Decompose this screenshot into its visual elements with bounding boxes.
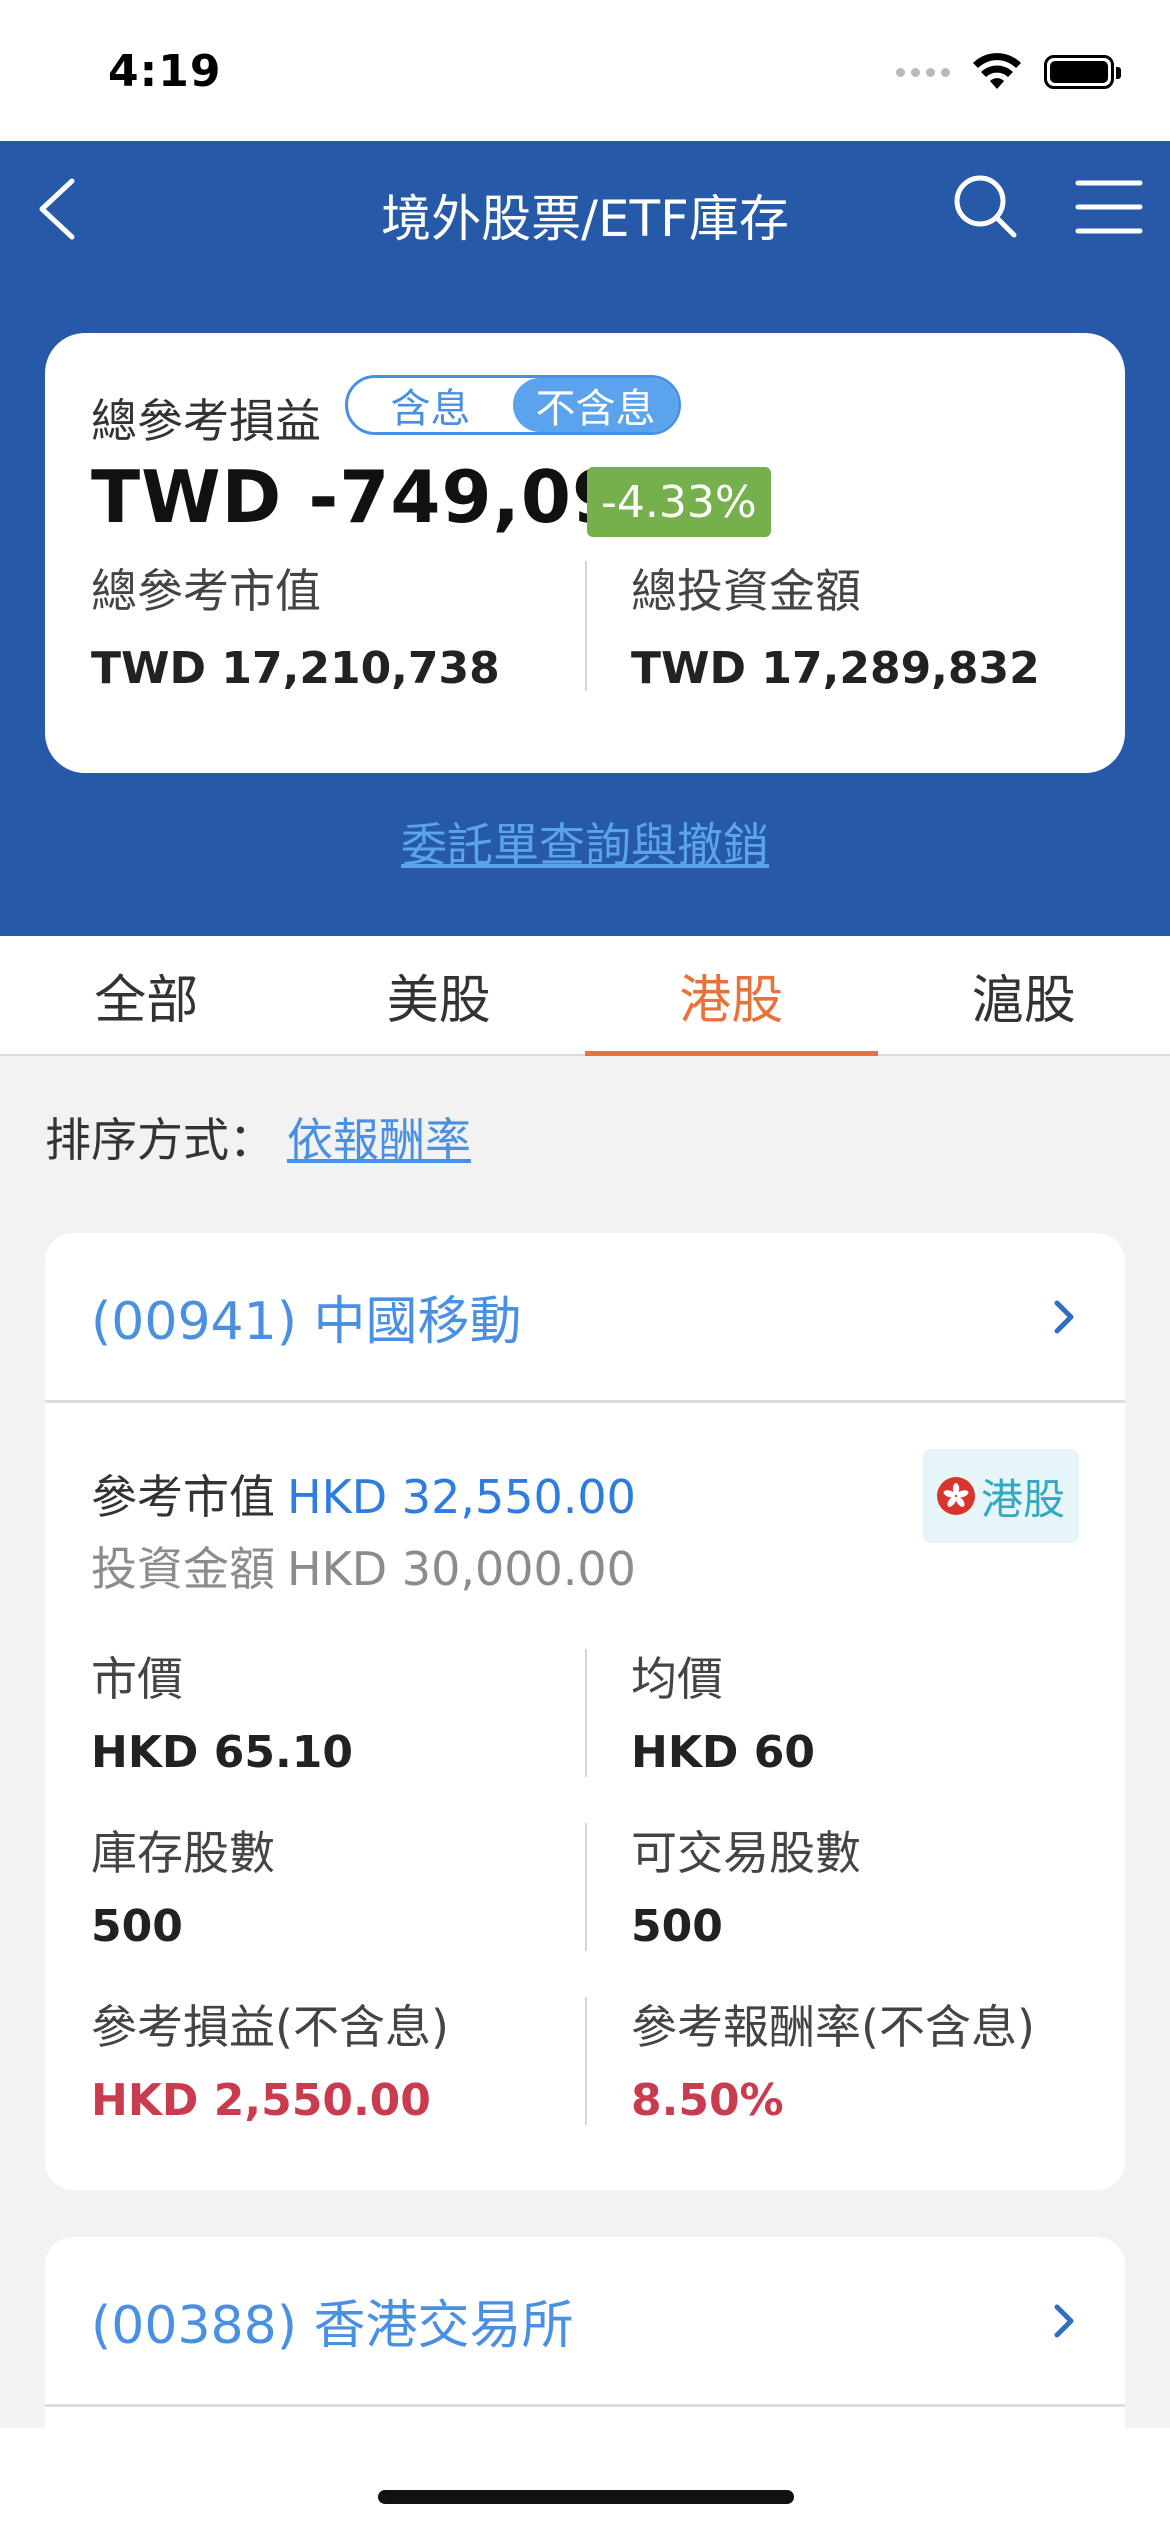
- divider: [585, 1649, 587, 1777]
- holding-card: (00388) 香港交易所: [45, 2237, 1125, 2428]
- status-icons: [896, 52, 1121, 92]
- sort-label: 排序方式：: [45, 1113, 275, 1167]
- wifi-icon: [973, 53, 1021, 89]
- holding-body: 參考市值HKD 32,550.00 投資金額HKD 30,000.00 港股: [45, 1403, 1125, 2190]
- reference-pl-value: HKD 2,550.00: [91, 2075, 431, 2126]
- holding-shares-label: 庫存股數: [91, 1826, 275, 1880]
- tradable-shares-label: 可交易股數: [631, 1826, 861, 1880]
- toggle-without-dividend[interactable]: 不含息: [513, 378, 678, 432]
- average-price-label: 均價: [631, 1652, 723, 1706]
- status-bar: 4:19: [0, 0, 1170, 141]
- tab-us[interactable]: 美股: [293, 936, 586, 1054]
- tab-hk[interactable]: 港股: [585, 936, 878, 1056]
- market-price-value: HKD 65.10: [91, 1727, 353, 1778]
- home-area: [0, 2428, 1170, 2532]
- tab-shanghai[interactable]: 滬股: [878, 936, 1170, 1054]
- battery-icon: [1044, 55, 1121, 89]
- total-market-value-label: 總參考市值: [91, 564, 321, 618]
- tradable-shares: 可交易股數 500: [631, 1817, 861, 1952]
- average-price-value: HKD 60: [631, 1727, 815, 1778]
- holding-name[interactable]: (00941) 中國移動: [91, 1279, 522, 1354]
- holding-header[interactable]: (00388) 香港交易所: [45, 2237, 1125, 2407]
- menu-icon[interactable]: [1074, 177, 1144, 237]
- market-value-label: 參考市值: [91, 1470, 275, 1524]
- cellular-signal-icon: [896, 67, 950, 77]
- total-investment-amount: TWD 17,289,832: [631, 643, 1040, 694]
- sort-option-link[interactable]: 依報酬率: [287, 1113, 471, 1167]
- holding-card: (00941) 中國移動 參考市值 HKD 32,550.00 投資金額 HKD 3…: [45, 1233, 1125, 2190]
- total-market-value-amount: TWD 17,210,738: [91, 643, 500, 694]
- market-price: 市價 HKD 65.10: [91, 1643, 353, 1778]
- sort-row: 排序方式： 依報酬率: [45, 1104, 471, 1170]
- investment-amount: HKD 30,000.00: [287, 1542, 636, 1596]
- investment-line: 投資金額 HKD 30,000.00: [91, 1533, 636, 1599]
- holding-name[interactable]: (00388) 香港交易所: [91, 2283, 574, 2358]
- holding-shares-value: 500: [91, 1901, 183, 1952]
- dividend-toggle[interactable]: 含息 不含息: [345, 375, 681, 435]
- tab-all[interactable]: 全部: [0, 936, 293, 1054]
- holding-shares: 庫存股數 500: [91, 1817, 275, 1952]
- header: 境外股票/ETF庫存 總參考損益 含息 不含息 TWD -749,094 -4.…: [0, 141, 1170, 936]
- market-value-line: 參考市值 HKD 32,550.00: [91, 1461, 636, 1527]
- reference-return: 參考報酬率(不含息) 8.50%: [631, 1991, 1035, 2126]
- total-investment: 總投資金額 TWD 17,289,832: [631, 555, 1040, 694]
- market-value-amount: HKD 32,550.00: [287, 1470, 636, 1524]
- chevron-right-icon[interactable]: [1049, 1297, 1079, 1337]
- total-investment-label: 總投資金額: [631, 564, 861, 618]
- average-price: 均價 HKD 60: [631, 1643, 815, 1778]
- hk-flag-icon: [936, 1477, 975, 1515]
- divider: [585, 561, 587, 691]
- total-market-value: 總參考市值 TWD 17,210,738: [91, 555, 500, 694]
- toggle-with-dividend[interactable]: 含息: [348, 378, 513, 432]
- home-indicator[interactable]: [378, 2490, 794, 2504]
- reference-pl: 參考損益(不含息) HKD 2,550.00: [91, 1991, 449, 2126]
- market-price-label: 市價: [91, 1652, 183, 1706]
- search-icon[interactable]: [950, 171, 1020, 241]
- tradable-shares-value: 500: [631, 1901, 723, 1952]
- market-badge-label: 港股: [980, 1474, 1065, 1524]
- status-time: 4:19: [108, 46, 222, 97]
- holding-header[interactable]: (00941) 中國移動: [45, 1233, 1125, 1403]
- total-pl-label: 總參考損益: [91, 394, 321, 448]
- reference-pl-label: 參考損益(不含息): [91, 2000, 449, 2054]
- divider: [585, 1997, 587, 2125]
- market-tabs: 全部 美股 港股 滬股: [0, 936, 1170, 1056]
- reference-return-value: 8.50%: [631, 2075, 784, 2126]
- divider: [585, 1823, 587, 1951]
- summary-card: 總參考損益 含息 不含息 TWD -749,094 -4.33% 總參考市值 T…: [45, 333, 1125, 773]
- chevron-right-icon[interactable]: [1049, 2301, 1079, 2341]
- market-badge: 港股: [923, 1449, 1079, 1543]
- order-query-link[interactable]: 委託單查詢與撤銷: [0, 809, 1170, 875]
- total-pl-pct-badge: -4.33%: [587, 467, 771, 537]
- reference-return-label: 參考報酬率(不含息): [631, 2000, 1035, 2054]
- investment-label: 投資金額: [91, 1542, 275, 1596]
